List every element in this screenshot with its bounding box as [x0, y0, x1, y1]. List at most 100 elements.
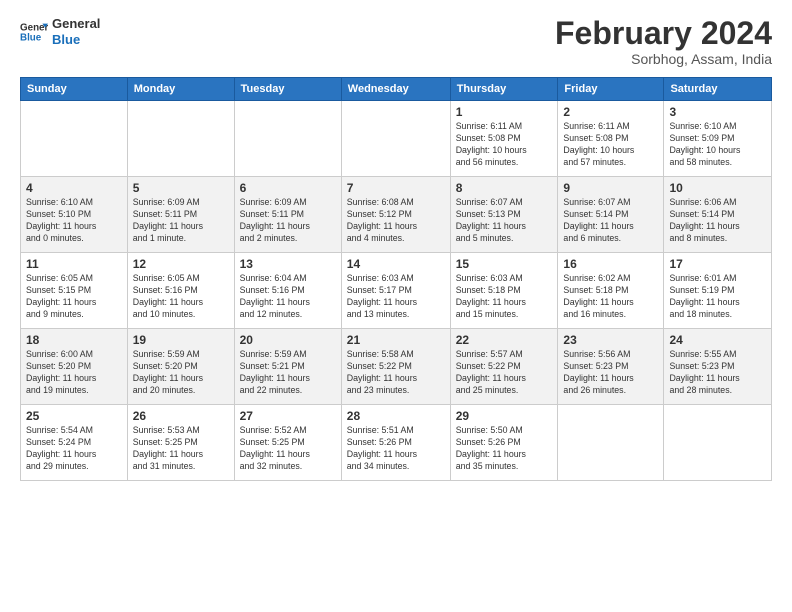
- col-wednesday: Wednesday: [341, 78, 450, 101]
- calendar-cell: 7 Sunrise: 6:08 AMSunset: 5:12 PMDaylight…: [341, 177, 450, 253]
- day-info: Sunrise: 6:10 AMSunset: 5:09 PMDaylight:…: [669, 121, 766, 169]
- calendar-week-2: 4 Sunrise: 6:10 AMSunset: 5:10 PMDaylight…: [21, 177, 772, 253]
- col-saturday: Saturday: [664, 78, 772, 101]
- calendar-cell: [21, 101, 128, 177]
- calendar-cell: 5Sunrise: 6:09 AMSunset: 5:11 PMDaylight…: [127, 177, 234, 253]
- calendar-week-1: 1 Sunrise: 6:11 AMSunset: 5:08 PMDaylight…: [21, 101, 772, 177]
- day-info: Sunrise: 5:52 AMSunset: 5:25 PMDaylight:…: [240, 425, 336, 473]
- svg-text:Blue: Blue: [20, 32, 42, 43]
- header: General Blue General Blue February 2024 …: [20, 16, 772, 67]
- day-number: 18: [26, 333, 122, 347]
- day-number: 14: [347, 257, 445, 271]
- day-number: 13: [240, 257, 336, 271]
- day-number: 20: [240, 333, 336, 347]
- day-number: 12: [133, 257, 229, 271]
- calendar-cell: [558, 405, 664, 481]
- day-info: Sunrise: 5:54 AMSunset: 5:24 PMDaylight:…: [26, 425, 122, 473]
- calendar-cell: 19 Sunrise: 5:59 AMSunset: 5:20 PMDayligh…: [127, 329, 234, 405]
- day-info: Sunrise: 6:10 AMSunset: 5:10 PMDaylight:…: [26, 197, 122, 245]
- day-number: 28: [347, 409, 445, 423]
- header-row: Sunday Monday Tuesday Wednesday Thursday…: [21, 78, 772, 101]
- day-number: 22: [456, 333, 553, 347]
- day-info: Sunrise: 6:09 AMSunset: 5:11 PMDaylight:…: [133, 197, 229, 245]
- col-tuesday: Tuesday: [234, 78, 341, 101]
- calendar-cell: 22Sunrise: 5:57 AMSunset: 5:22 PMDayligh…: [450, 329, 558, 405]
- day-number: 19: [133, 333, 229, 347]
- day-number: 17: [669, 257, 766, 271]
- day-number: 23: [563, 333, 658, 347]
- logo: General Blue General Blue: [20, 16, 100, 47]
- day-info: Sunrise: 6:06 AMSunset: 5:14 PMDaylight:…: [669, 197, 766, 245]
- calendar-cell: 13 Sunrise: 6:04 AMSunset: 5:16 PMDayligh…: [234, 253, 341, 329]
- day-info: Sunrise: 5:53 AMSunset: 5:25 PMDaylight:…: [133, 425, 229, 473]
- logo-blue: Blue: [52, 32, 100, 48]
- calendar-cell: 29 Sunrise: 5:50 AMSunset: 5:26 PMDayligh…: [450, 405, 558, 481]
- day-info: Sunrise: 6:07 AMSunset: 5:14 PMDaylight:…: [563, 197, 658, 245]
- calendar-cell: 18 Sunrise: 6:00 AMSunset: 5:20 PMDayligh…: [21, 329, 128, 405]
- day-number: 4: [26, 181, 122, 195]
- calendar-cell: 4 Sunrise: 6:10 AMSunset: 5:10 PMDaylight…: [21, 177, 128, 253]
- calendar-cell: 24 Sunrise: 5:55 AMSunset: 5:23 PMDayligh…: [664, 329, 772, 405]
- day-info: Sunrise: 6:11 AMSunset: 5:08 PMDaylight:…: [456, 121, 553, 169]
- day-info: Sunrise: 5:56 AMSunset: 5:23 PMDaylight:…: [563, 349, 658, 397]
- calendar-cell: [234, 101, 341, 177]
- day-info: Sunrise: 5:58 AMSunset: 5:22 PMDaylight:…: [347, 349, 445, 397]
- calendar-cell: 1 Sunrise: 6:11 AMSunset: 5:08 PMDaylight…: [450, 101, 558, 177]
- col-sunday: Sunday: [21, 78, 128, 101]
- day-number: 26: [133, 409, 229, 423]
- day-info: Sunrise: 6:05 AMSunset: 5:16 PMDaylight:…: [133, 273, 229, 321]
- day-info: Sunrise: 6:01 AMSunset: 5:19 PMDaylight:…: [669, 273, 766, 321]
- calendar-week-3: 11Sunrise: 6:05 AMSunset: 5:15 PMDayligh…: [21, 253, 772, 329]
- calendar-week-5: 25 Sunrise: 5:54 AMSunset: 5:24 PMDayligh…: [21, 405, 772, 481]
- calendar-cell: 9 Sunrise: 6:07 AMSunset: 5:14 PMDaylight…: [558, 177, 664, 253]
- main-title: February 2024: [555, 16, 772, 51]
- col-monday: Monday: [127, 78, 234, 101]
- day-number: 15: [456, 257, 553, 271]
- day-info: Sunrise: 6:03 AMSunset: 5:17 PMDaylight:…: [347, 273, 445, 321]
- day-number: 29: [456, 409, 553, 423]
- day-info: Sunrise: 5:50 AMSunset: 5:26 PMDaylight:…: [456, 425, 553, 473]
- day-info: Sunrise: 6:07 AMSunset: 5:13 PMDaylight:…: [456, 197, 553, 245]
- calendar-cell: 12 Sunrise: 6:05 AMSunset: 5:16 PMDayligh…: [127, 253, 234, 329]
- day-number: 25: [26, 409, 122, 423]
- day-info: Sunrise: 6:04 AMSunset: 5:16 PMDaylight:…: [240, 273, 336, 321]
- calendar-cell: 23 Sunrise: 5:56 AMSunset: 5:23 PMDayligh…: [558, 329, 664, 405]
- calendar-cell: 16 Sunrise: 6:02 AMSunset: 5:18 PMDayligh…: [558, 253, 664, 329]
- day-info: Sunrise: 6:08 AMSunset: 5:12 PMDaylight:…: [347, 197, 445, 245]
- calendar-cell: 20Sunrise: 5:59 AMSunset: 5:21 PMDayligh…: [234, 329, 341, 405]
- calendar-cell: 14 Sunrise: 6:03 AMSunset: 5:17 PMDayligh…: [341, 253, 450, 329]
- calendar-cell: 27Sunrise: 5:52 AMSunset: 5:25 PMDayligh…: [234, 405, 341, 481]
- logo-icon: General Blue: [20, 18, 48, 46]
- day-info: Sunrise: 6:05 AMSunset: 5:15 PMDaylight:…: [26, 273, 122, 321]
- page: General Blue General Blue February 2024 …: [0, 0, 792, 612]
- day-number: 8: [456, 181, 553, 195]
- col-thursday: Thursday: [450, 78, 558, 101]
- day-number: 7: [347, 181, 445, 195]
- calendar-cell: 3Sunrise: 6:10 AMSunset: 5:09 PMDaylight…: [664, 101, 772, 177]
- calendar-cell: 26 Sunrise: 5:53 AMSunset: 5:25 PMDayligh…: [127, 405, 234, 481]
- logo-general: General: [52, 16, 100, 32]
- day-info: Sunrise: 6:00 AMSunset: 5:20 PMDaylight:…: [26, 349, 122, 397]
- day-number: 24: [669, 333, 766, 347]
- day-info: Sunrise: 6:02 AMSunset: 5:18 PMDaylight:…: [563, 273, 658, 321]
- calendar-cell: 25 Sunrise: 5:54 AMSunset: 5:24 PMDayligh…: [21, 405, 128, 481]
- day-number: 9: [563, 181, 658, 195]
- calendar-cell: 28 Sunrise: 5:51 AMSunset: 5:26 PMDayligh…: [341, 405, 450, 481]
- day-number: 2: [563, 105, 658, 119]
- day-number: 16: [563, 257, 658, 271]
- day-info: Sunrise: 5:59 AMSunset: 5:20 PMDaylight:…: [133, 349, 229, 397]
- calendar-cell: [127, 101, 234, 177]
- day-number: 1: [456, 105, 553, 119]
- calendar-cell: 15 Sunrise: 6:03 AMSunset: 5:18 PMDayligh…: [450, 253, 558, 329]
- calendar-cell: 21 Sunrise: 5:58 AMSunset: 5:22 PMDayligh…: [341, 329, 450, 405]
- day-info: Sunrise: 5:51 AMSunset: 5:26 PMDaylight:…: [347, 425, 445, 473]
- calendar-cell: [664, 405, 772, 481]
- calendar-cell: [341, 101, 450, 177]
- day-info: Sunrise: 5:55 AMSunset: 5:23 PMDaylight:…: [669, 349, 766, 397]
- day-info: Sunrise: 6:03 AMSunset: 5:18 PMDaylight:…: [456, 273, 553, 321]
- calendar-cell: 17 Sunrise: 6:01 AMSunset: 5:19 PMDayligh…: [664, 253, 772, 329]
- title-block: February 2024 Sorbhog, Assam, India: [555, 16, 772, 67]
- day-number: 21: [347, 333, 445, 347]
- calendar-cell: 6Sunrise: 6:09 AMSunset: 5:11 PMDaylight…: [234, 177, 341, 253]
- day-info: Sunrise: 6:11 AMSunset: 5:08 PMDaylight:…: [563, 121, 658, 169]
